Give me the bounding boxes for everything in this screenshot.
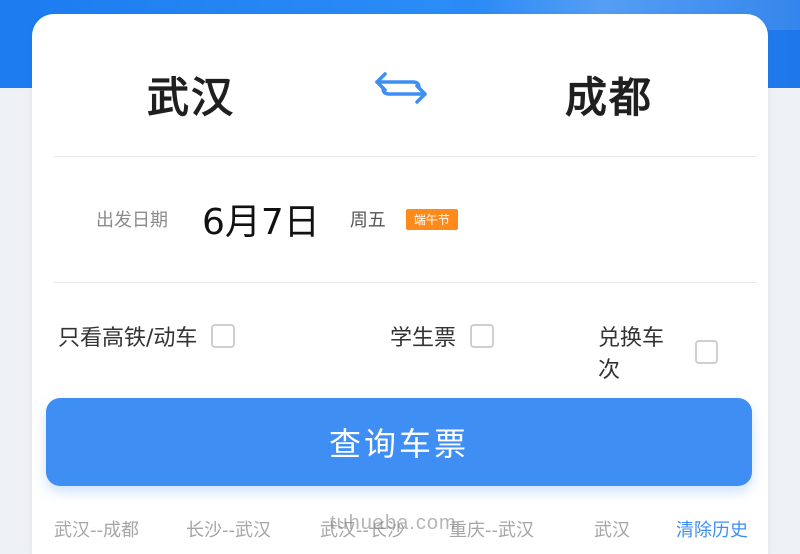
departure-station[interactable]: 武汉 — [147, 64, 235, 125]
option-exchange-train[interactable]: 兑换车次 — [598, 320, 718, 384]
watermark: tuhuaba.com — [330, 512, 457, 534]
history-item[interactable]: 重庆--武汉 — [449, 516, 534, 542]
history-item[interactable]: 武汉--成都 — [54, 516, 139, 542]
options-row: 只看高铁/动车 学生票 兑换车次 — [58, 320, 718, 383]
divider — [54, 282, 756, 283]
student-ticket-checkbox[interactable] — [470, 324, 495, 348]
option-student-ticket[interactable]: 学生票 — [390, 320, 495, 352]
arrival-station[interactable]: 成都 — [565, 64, 653, 125]
high-speed-checkbox[interactable] — [211, 324, 236, 348]
option-label: 学生票 — [390, 326, 457, 351]
departure-date-row[interactable]: 出发日期 6月7日 周五 端午节 — [96, 194, 458, 244]
holiday-badge: 端午节 — [405, 208, 458, 230]
weekday-label: 周五 — [349, 210, 386, 231]
search-card: 武汉 成都 出发日期 6月7日 周五 端午节 只看高铁/动车 学生票 兑换车次 … — [32, 14, 768, 554]
search-tickets-button[interactable]: 查询车票 — [46, 398, 752, 486]
clear-history-link[interactable]: 清除历史 — [676, 516, 748, 542]
exchange-train-checkbox[interactable] — [695, 340, 718, 364]
swap-arrows-icon — [375, 72, 427, 104]
history-item[interactable]: 长沙--武汉 — [186, 516, 271, 542]
option-label: 兑换车次 — [598, 326, 665, 383]
swap-stations-button[interactable] — [370, 66, 432, 110]
option-label: 只看高铁/动车 — [58, 326, 198, 351]
date-value[interactable]: 6月7日 — [202, 193, 320, 245]
option-high-speed-only[interactable]: 只看高铁/动车 — [58, 320, 236, 352]
date-label: 出发日期 — [96, 210, 168, 231]
divider — [54, 156, 756, 157]
history-item[interactable]: 武汉 — [594, 516, 630, 542]
